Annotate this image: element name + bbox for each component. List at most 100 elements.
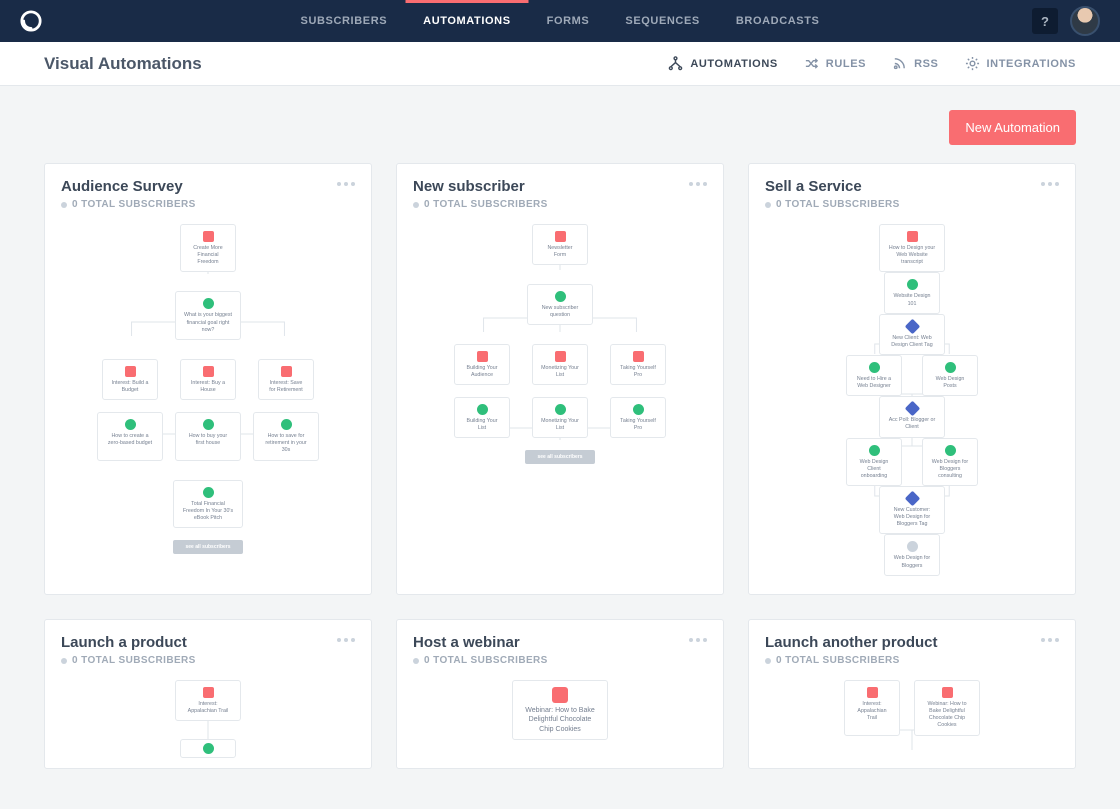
node-step: Building Your List: [454, 397, 510, 438]
node-step: Web Design Client onboarding: [846, 438, 902, 486]
form-icon: [907, 231, 918, 242]
node-end: Web Design for Bloggers: [884, 534, 940, 575]
card-title: Audience Survey: [61, 178, 183, 195]
card-menu-icon[interactable]: [1041, 178, 1059, 186]
tag-icon: [125, 366, 136, 377]
node-branch: Building Your Audience: [454, 344, 510, 385]
card-menu-icon[interactable]: [337, 634, 355, 642]
sequence-icon: [945, 445, 956, 456]
page-title: Visual Automations: [44, 54, 202, 74]
node-step: How to create a zero-based budget: [97, 412, 163, 460]
avatar[interactable]: [1070, 6, 1100, 36]
sequence-icon: [555, 404, 566, 415]
event-icon: [203, 298, 214, 309]
automation-grid: Audience Survey 0 TOTAL SUBSCRIBERS: [44, 163, 1076, 769]
card-audience-survey[interactable]: Audience Survey 0 TOTAL SUBSCRIBERS: [44, 163, 372, 595]
nav-center: SUBSCRIBERS AUTOMATIONS FORMS SEQUENCES …: [283, 0, 838, 42]
branch-icon: [668, 56, 683, 71]
shuffle-icon: [804, 56, 819, 71]
node-question: What is your biggest financial goal righ…: [175, 291, 241, 339]
nav-sequences[interactable]: SEQUENCES: [607, 0, 717, 42]
subnav-label: INTEGRATIONS: [987, 58, 1077, 70]
node-start: Create More Financial Freedom: [180, 224, 236, 272]
subnav-automations[interactable]: AUTOMATIONS: [668, 56, 777, 71]
sequence-icon: [945, 362, 956, 373]
card-menu-icon[interactable]: [1041, 634, 1059, 642]
flow-diagram: Interest: Appalachian Trail: [61, 680, 355, 760]
sequence-icon: [869, 445, 880, 456]
card-launch-product[interactable]: Launch a product 0 TOTAL SUBSCRIBERS Int…: [44, 619, 372, 769]
card-host-webinar[interactable]: Host a webinar 0 TOTAL SUBSCRIBERS Webin…: [396, 619, 724, 769]
sequence-icon: [633, 404, 644, 415]
node-step: Web Design for Bloggers consulting: [922, 438, 978, 486]
subnav-label: AUTOMATIONS: [690, 58, 777, 70]
subscriber-count: 0 TOTAL SUBSCRIBERS: [61, 655, 355, 666]
subscriber-count: 0 TOTAL SUBSCRIBERS: [765, 199, 1059, 210]
card-launch-another[interactable]: Launch another product 0 TOTAL SUBSCRIBE…: [748, 619, 1076, 769]
page-body: New Automation Audience Survey 0 TOTAL S…: [0, 86, 1120, 809]
sub-header: Visual Automations AUTOMATIONS RULES RSS…: [0, 42, 1120, 86]
end-pill: see all subscribers: [173, 540, 242, 554]
help-button[interactable]: ?: [1032, 8, 1058, 34]
flow-diagram: Interest: Appalachian Trail Webinar: How…: [765, 680, 1059, 760]
card-new-subscriber[interactable]: New subscriber 0 TOTAL SUBSCRIBERS: [396, 163, 724, 595]
rss-icon: [892, 56, 907, 71]
nav-subscribers[interactable]: SUBSCRIBERS: [283, 0, 406, 42]
card-menu-icon[interactable]: [689, 634, 707, 642]
card-sell-service[interactable]: Sell a Service 0 TOTAL SUBSCRIBERS: [748, 163, 1076, 595]
node-final: Total Financial Freedom In Your 30's eBo…: [173, 480, 243, 528]
gear-icon: [965, 56, 980, 71]
sequence-icon: [281, 419, 292, 430]
node-branch: Interest: Buy a House: [180, 359, 236, 400]
condition-icon: [904, 318, 920, 334]
subnav-integrations[interactable]: INTEGRATIONS: [965, 56, 1077, 71]
subnav-rules[interactable]: RULES: [804, 56, 866, 71]
subscriber-count: 0 TOTAL SUBSCRIBERS: [413, 199, 707, 210]
node-condition: Acc Poll: Blogger or Client: [879, 396, 945, 437]
new-automation-button[interactable]: New Automation: [949, 110, 1076, 145]
card-title: Launch another product: [765, 634, 938, 651]
tag-icon: [477, 351, 488, 362]
card-menu-icon[interactable]: [689, 178, 707, 186]
tag-icon: [555, 351, 566, 362]
sequence-icon: [907, 279, 918, 290]
form-icon: [203, 231, 214, 242]
node-step: Taking Yourself Pro: [610, 397, 666, 438]
node-step: [180, 739, 236, 758]
node-question: New subscriber question: [527, 284, 593, 325]
node-start: Webinar: How to Bake Delightful Chocolat…: [914, 680, 980, 736]
node-branch: Interest: Build a Budget: [102, 359, 158, 400]
nav-automations[interactable]: AUTOMATIONS: [405, 0, 528, 42]
subscriber-count: 0 TOTAL SUBSCRIBERS: [413, 655, 707, 666]
card-title: New subscriber: [413, 178, 525, 195]
logo[interactable]: [20, 10, 42, 32]
top-nav: SUBSCRIBERS AUTOMATIONS FORMS SEQUENCES …: [0, 0, 1120, 42]
node-start: How to Design your Web Website transcrip…: [879, 224, 945, 272]
subscriber-count: 0 TOTAL SUBSCRIBERS: [765, 655, 1059, 666]
sequence-icon: [125, 419, 136, 430]
node-branch: Taking Yourself Pro: [610, 344, 666, 385]
card-menu-icon[interactable]: [337, 178, 355, 186]
sequence-icon: [203, 487, 214, 498]
form-icon: [552, 687, 568, 703]
flow-diagram: How to Design your Web Website transcrip…: [765, 224, 1059, 574]
tag-icon: [633, 351, 644, 362]
flow-diagram: Newsletter Form New subscriber question …: [413, 224, 707, 464]
tag-icon: [203, 366, 214, 377]
sequence-icon: [203, 419, 214, 430]
subnav-rss[interactable]: RSS: [892, 56, 938, 71]
node-condition: New Customer: Web Design for Bloggers Ta…: [879, 486, 945, 534]
nav-broadcasts[interactable]: BROADCASTS: [718, 0, 838, 42]
node-start: Newsletter Form: [532, 224, 588, 265]
form-icon: [942, 687, 953, 698]
nav-forms[interactable]: FORMS: [529, 0, 608, 42]
node-step: Monetizing Your List: [532, 397, 588, 438]
node-branch: Interest: Save for Retirement: [258, 359, 314, 400]
node-step: How to save for retirement in your 30s: [253, 412, 319, 460]
sub-nav: AUTOMATIONS RULES RSS INTEGRATIONS: [668, 56, 1076, 71]
node-step: Website Design 101: [884, 272, 940, 313]
form-icon: [555, 231, 566, 242]
card-title: Launch a product: [61, 634, 187, 651]
subnav-label: RULES: [826, 58, 866, 70]
flow-diagram: Create More Financial Freedom What is yo…: [61, 224, 355, 554]
